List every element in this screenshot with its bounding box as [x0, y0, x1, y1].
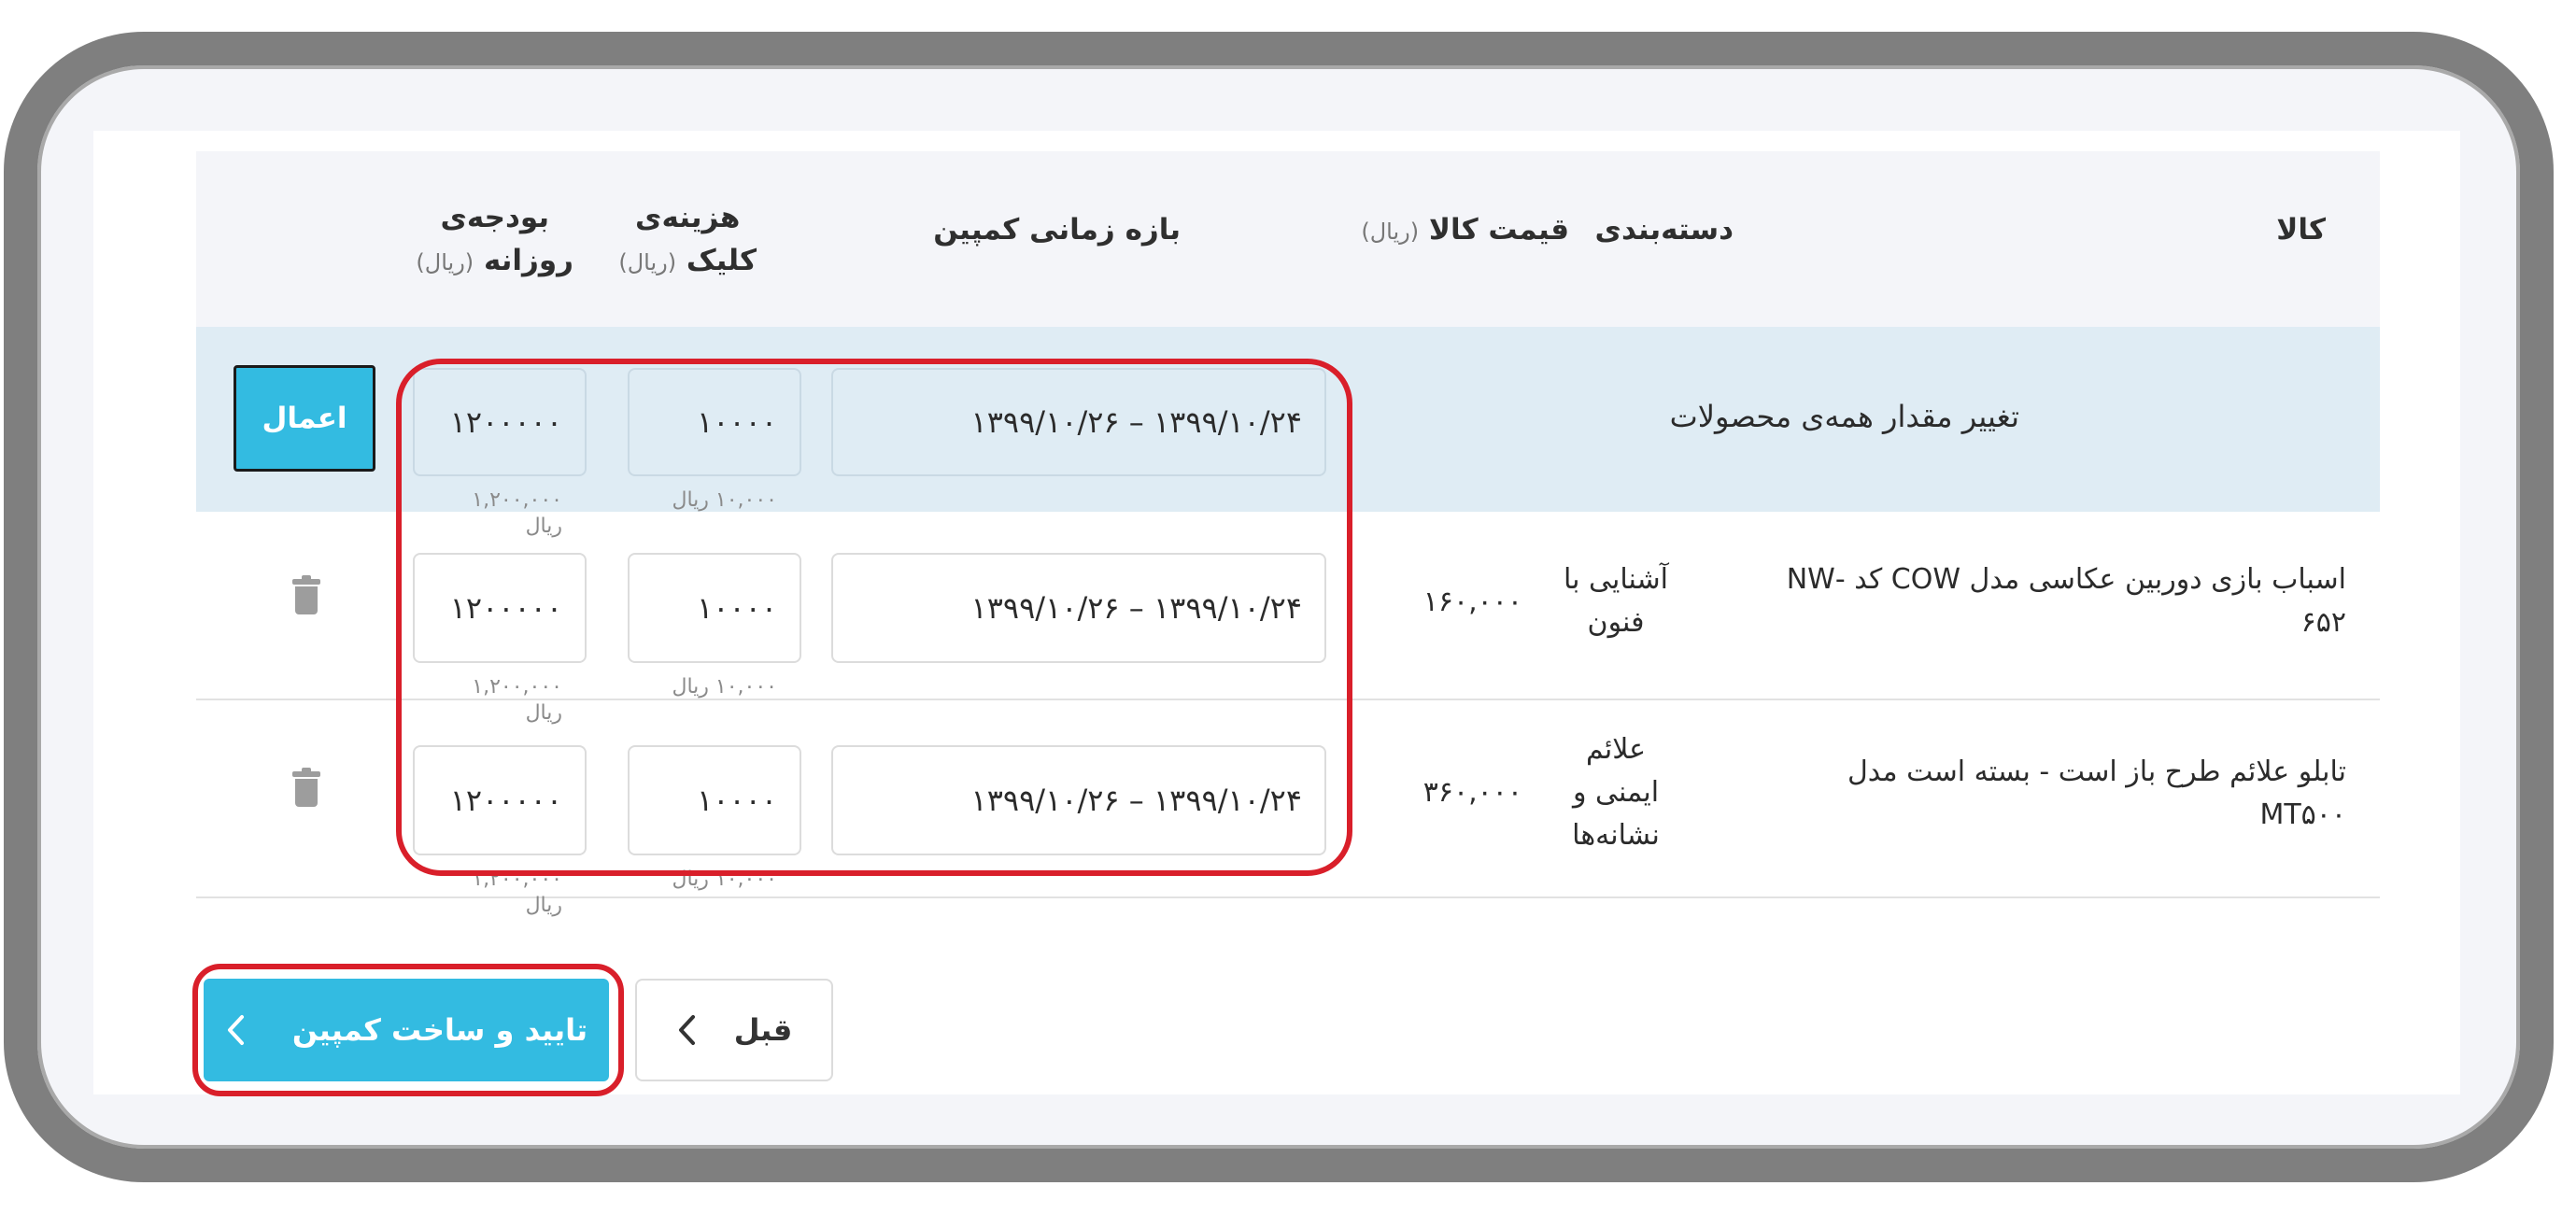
bulk-budget-hint-amount: ۱,۲۰۰,۰۰۰	[472, 488, 562, 512]
header-price-unit: (ریال)	[1361, 219, 1420, 245]
row-budget-hint-unit: ریال	[525, 894, 562, 917]
bulk-period-input[interactable]: ۱۳۹۹/۱۰/۲۴ – ۱۳۹۹/۱۰/۲۶	[831, 368, 1326, 476]
apply-button[interactable]: اعمال	[234, 365, 375, 472]
row-period-input[interactable]: ۱۳۹۹/۱۰/۲۴ – ۱۳۹۹/۱۰/۲۶	[831, 745, 1326, 855]
header-budget: بودجه‌ی روزانه (ریال)	[416, 196, 573, 284]
row-product-line1: تابلو علائم طرح باز است - بسته است مدل	[1847, 755, 2346, 788]
header-product: کالا	[2276, 213, 2326, 247]
row-price: ۳۶۰,۰۰۰	[1422, 776, 1522, 809]
trash-icon[interactable]	[292, 575, 320, 614]
header-click-cost: هزینه‌ی کلیک (ریال)	[618, 196, 757, 284]
bulk-budget-hint: ۱,۲۰۰,۰۰۰ ریال	[439, 487, 562, 540]
header-budget-unit: (ریال)	[416, 249, 474, 275]
bulk-budget-hint-unit: ریال	[525, 515, 562, 538]
prev-button-label: قبل	[733, 1012, 793, 1048]
row-budget-hint-unit: ریال	[525, 701, 562, 725]
row-category: آشنایی با فنون	[1550, 558, 1681, 644]
row-click-cost-hint: ۱۰,۰۰۰ ریال	[672, 868, 777, 891]
row-budget-input[interactable]: ۱۲۰۰۰۰۰	[413, 553, 587, 663]
chevron-left-icon	[678, 1015, 695, 1045]
header-click-cost-line1: هزینه‌ی	[635, 201, 741, 234]
row-category-line2: فنون	[1587, 606, 1645, 639]
row-budget-hint-amount: ۱,۲۰۰,۰۰۰	[472, 675, 562, 699]
header-budget-line2: روزانه	[483, 244, 573, 277]
table-row-product: اسباب بازی دوربین عکاسی مدل COW کد -NW ۶…	[1711, 558, 2346, 644]
confirm-create-campaign-button[interactable]: تایید و ساخت کمپین	[204, 979, 609, 1081]
row-budget-input[interactable]: ۱۲۰۰۰۰۰	[413, 745, 587, 855]
row-category-line2: ایمنی و	[1572, 776, 1660, 809]
header-click-cost-line2: کلیک	[686, 244, 757, 277]
header-price-label: قیمت کالا	[1428, 213, 1569, 247]
row-product-line2: ۶۵۲	[2300, 606, 2346, 639]
row-category-line1: علائم	[1585, 733, 1647, 766]
bulk-budget-input[interactable]: ۱۲۰۰۰۰۰	[413, 368, 587, 476]
row-category-line1: آشنایی با	[1563, 563, 1669, 596]
header-click-cost-unit: (ریال)	[618, 249, 677, 275]
row-budget-hint-amount: ۱,۲۰۰,۰۰۰	[472, 868, 562, 891]
bulk-click-cost-hint: ۱۰,۰۰۰ ریال	[672, 488, 777, 512]
bulk-edit-label: تغییر مقدار همه‌ی محصولات	[1669, 399, 2019, 434]
row-product-line1: اسباب بازی دوربین عکاسی مدل COW کد -NW	[1786, 563, 2346, 596]
row-click-cost-hint: ۱۰,۰۰۰ ریال	[672, 675, 777, 699]
bulk-click-cost-input[interactable]: ۱۰۰۰۰	[628, 368, 801, 476]
row-category: علائم ایمنی و نشانه‌ها	[1550, 728, 1681, 857]
row-budget-hint: ۱,۲۰۰,۰۰۰ ریال	[439, 674, 562, 727]
header-budget-line1: بودجه‌ی	[440, 201, 549, 234]
row-budget-hint: ۱,۲۰۰,۰۰۰ ریال	[439, 867, 562, 919]
row-price: ۱۶۰,۰۰۰	[1422, 586, 1522, 618]
table-row-product: تابلو علائم طرح باز است - بسته است مدل M…	[1711, 751, 2346, 837]
header-period: بازه زمانی کمپین	[933, 213, 1181, 247]
row-product-line2: MT۵۰۰	[2259, 798, 2346, 831]
row-click-cost-input[interactable]: ۱۰۰۰۰	[628, 553, 801, 663]
row-period-input[interactable]: ۱۳۹۹/۱۰/۲۴ – ۱۳۹۹/۱۰/۲۶	[831, 553, 1326, 663]
header-price: قیمت کالا (ریال)	[1361, 213, 1569, 247]
header-category: دسته‌بندی	[1594, 213, 1734, 247]
row-click-cost-input[interactable]: ۱۰۰۰۰	[628, 745, 801, 855]
chevron-left-icon	[227, 1015, 244, 1045]
row-category-line3: نشانه‌ها	[1572, 819, 1660, 852]
confirm-button-label: تایید و ساخت کمپین	[291, 1012, 588, 1048]
prev-button[interactable]: قبل	[635, 979, 833, 1081]
trash-icon[interactable]	[292, 768, 320, 807]
